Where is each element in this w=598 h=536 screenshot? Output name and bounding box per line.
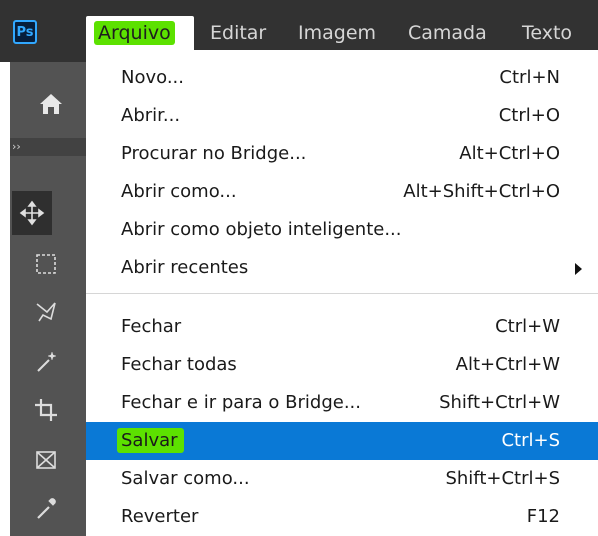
tools-panel: ›› xyxy=(0,62,86,536)
menu-item-salvar[interactable]: Salvar Ctrl+S xyxy=(86,422,598,460)
menu-arquivo[interactable]: Arquivo xyxy=(86,16,194,50)
menu-item-fechar[interactable]: Fechar Ctrl+W xyxy=(86,308,598,346)
menu-item-salvar-label: Salvar xyxy=(117,428,184,453)
magic-wand-tool-icon[interactable] xyxy=(8,340,84,384)
menu-arquivo-label: Arquivo xyxy=(94,21,175,45)
menu-separator xyxy=(86,293,598,294)
menu-item-abrir-como-objeto-inteligente[interactable]: Abrir como objeto inteligente... xyxy=(86,211,598,249)
menu-imagem[interactable]: Imagem xyxy=(298,16,376,50)
menu-item-fechar-e-ir-para-o-bridge[interactable]: Fechar e ir para o Bridge... Shift+Ctrl+… xyxy=(86,384,598,422)
arquivo-dropdown-menu: Novo... Ctrl+N Abrir... Ctrl+O Procurar … xyxy=(86,50,598,536)
marquee-tool-icon[interactable] xyxy=(8,242,84,286)
menu-item-abrir-recentes[interactable]: Abrir recentes xyxy=(86,249,598,287)
lasso-tool-icon[interactable] xyxy=(8,290,84,334)
menu-editar[interactable]: Editar xyxy=(210,16,266,50)
menu-item-fechar-todas[interactable]: Fechar todas Alt+Ctrl+W xyxy=(86,346,598,384)
submenu-arrow-icon xyxy=(575,263,582,275)
menu-item-salvar-como[interactable]: Salvar como... Shift+Ctrl+S xyxy=(86,460,598,498)
menu-camada[interactable]: Camada xyxy=(408,16,487,50)
menu-item-novo[interactable]: Novo... Ctrl+N xyxy=(86,59,598,97)
menu-item-procurar-no-bridge[interactable]: Procurar no Bridge... Alt+Ctrl+O xyxy=(86,135,598,173)
photoshop-logo-icon: Ps xyxy=(13,20,37,44)
menu-texto[interactable]: Texto xyxy=(522,16,572,50)
menu-item-abrir-como[interactable]: Abrir como... Alt+Shift+Ctrl+O xyxy=(86,173,598,211)
menu-item-reverter[interactable]: Reverter F12 xyxy=(86,498,598,536)
eyedropper-tool-icon[interactable] xyxy=(8,486,84,530)
frame-tool-icon[interactable] xyxy=(8,438,84,482)
crop-tool-icon[interactable] xyxy=(8,388,84,432)
home-icon[interactable] xyxy=(36,89,66,119)
move-tool-icon[interactable] xyxy=(12,191,52,235)
expand-toolbar-button[interactable]: ›› xyxy=(10,138,86,156)
menu-item-abrir[interactable]: Abrir... Ctrl+O xyxy=(86,97,598,135)
